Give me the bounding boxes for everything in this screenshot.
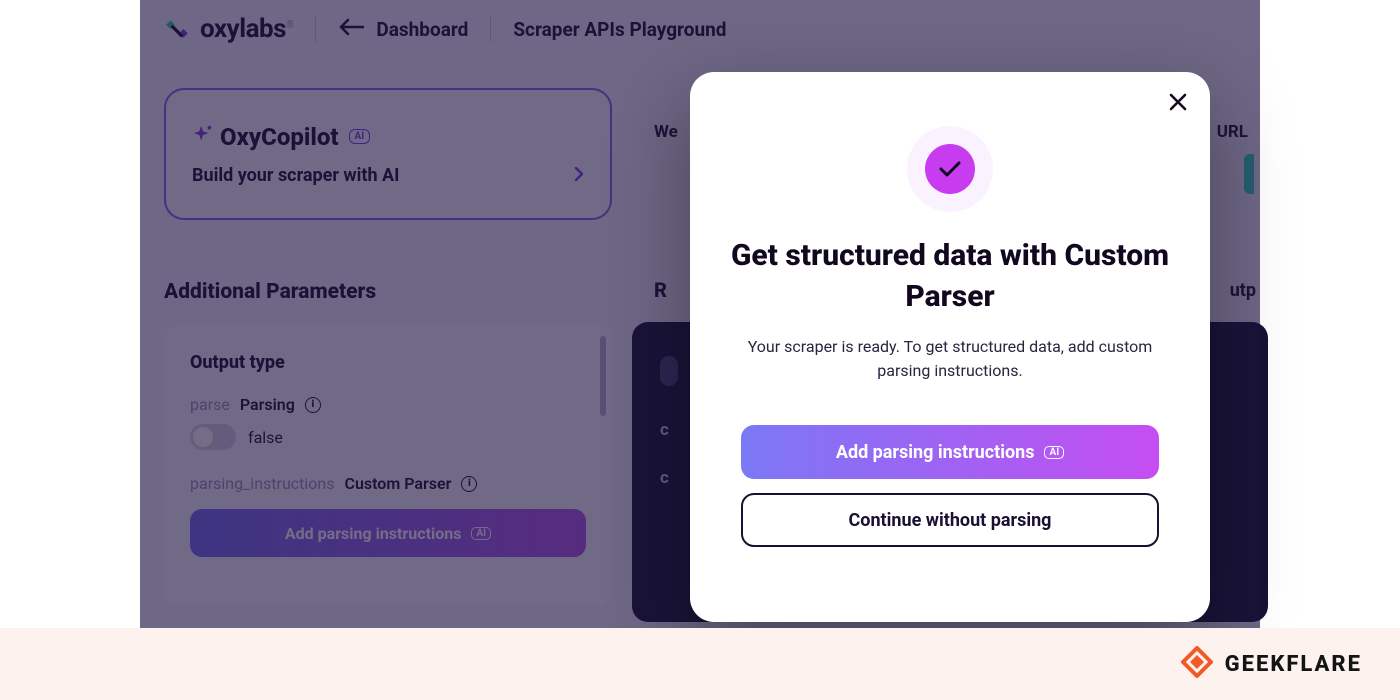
ai-badge-modal: AI xyxy=(1044,446,1064,459)
geekflare-logo-icon xyxy=(1181,646,1213,682)
close-icon xyxy=(1168,97,1188,116)
modal-secondary-label: Continue without parsing xyxy=(849,510,1052,531)
custom-parser-modal: Get structured data with Custom Parser Y… xyxy=(690,72,1210,622)
modal-subtitle: Your scraper is ready. To get structured… xyxy=(740,335,1160,383)
modal-continue-button[interactable]: Continue without parsing xyxy=(741,493,1159,547)
letterbox-right xyxy=(1260,0,1400,700)
footer-bar: GEEKFLARE xyxy=(0,628,1400,700)
success-icon-wrap xyxy=(907,126,993,212)
modal-add-parsing-button[interactable]: Add parsing instructions AI xyxy=(741,425,1159,479)
modal-primary-label: Add parsing instructions xyxy=(836,442,1035,463)
modal-title: Get structured data with Custom Parser xyxy=(724,236,1176,317)
geekflare-wordmark: GEEKFLARE xyxy=(1225,652,1362,677)
letterbox-left xyxy=(0,0,140,700)
close-button[interactable] xyxy=(1168,92,1188,116)
check-circle-icon xyxy=(925,144,975,194)
